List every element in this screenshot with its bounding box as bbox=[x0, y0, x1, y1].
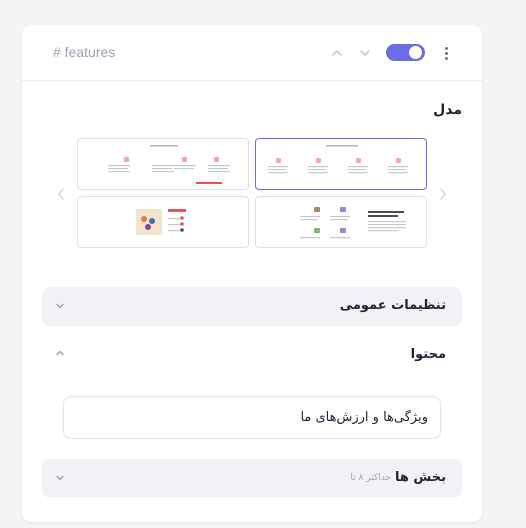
sections-title: بخش ها bbox=[394, 470, 446, 485]
layout-thumbnail-3[interactable] bbox=[255, 196, 427, 248]
move-up-button[interactable] bbox=[327, 43, 347, 63]
chevron-down-icon bbox=[360, 50, 370, 56]
section-id: # features bbox=[53, 44, 116, 60]
carousel-next-button[interactable] bbox=[436, 185, 450, 203]
chevron-right-icon bbox=[440, 188, 446, 200]
layout-thumbnail-2[interactable] bbox=[77, 138, 249, 190]
layout-preview-image bbox=[136, 209, 186, 235]
section-header: # features bbox=[22, 25, 482, 81]
more-options-button[interactable] bbox=[438, 43, 454, 63]
general-settings-accordion[interactable]: تنظیمات عمومی bbox=[42, 287, 462, 326]
sections-accordion[interactable]: بخش ها حداکثر ۸ تا bbox=[42, 459, 462, 498]
layout-thumbnail-4[interactable] bbox=[77, 196, 249, 248]
model-label: مدل bbox=[433, 102, 462, 118]
layout-preview-image bbox=[268, 145, 408, 174]
sections-limit-hint: حداکثر ۸ تا bbox=[350, 473, 391, 483]
carousel-prev-button[interactable] bbox=[54, 185, 68, 203]
chevron-up-icon bbox=[332, 50, 342, 56]
chevron-up-icon bbox=[52, 345, 68, 361]
general-settings-title: تنظیمات عمومی bbox=[339, 298, 446, 313]
section-card: # features مدل تنظیمات عمومی محتوا ویژگی… bbox=[22, 25, 482, 522]
chevron-left-icon bbox=[58, 188, 64, 200]
move-down-button[interactable] bbox=[355, 43, 375, 63]
content-title: محتوا bbox=[410, 347, 446, 362]
content-title-input[interactable] bbox=[63, 396, 441, 439]
layout-thumbnail-1[interactable] bbox=[255, 138, 427, 190]
chevron-down-icon bbox=[52, 298, 68, 314]
toggle-knob bbox=[409, 46, 422, 59]
layout-preview-image bbox=[300, 207, 406, 239]
chevron-down-icon bbox=[52, 470, 68, 486]
visibility-toggle[interactable] bbox=[386, 44, 425, 61]
kebab-menu-icon bbox=[444, 46, 448, 50]
layout-preview-image bbox=[108, 145, 230, 184]
content-accordion-header[interactable]: محتوا bbox=[42, 341, 462, 367]
